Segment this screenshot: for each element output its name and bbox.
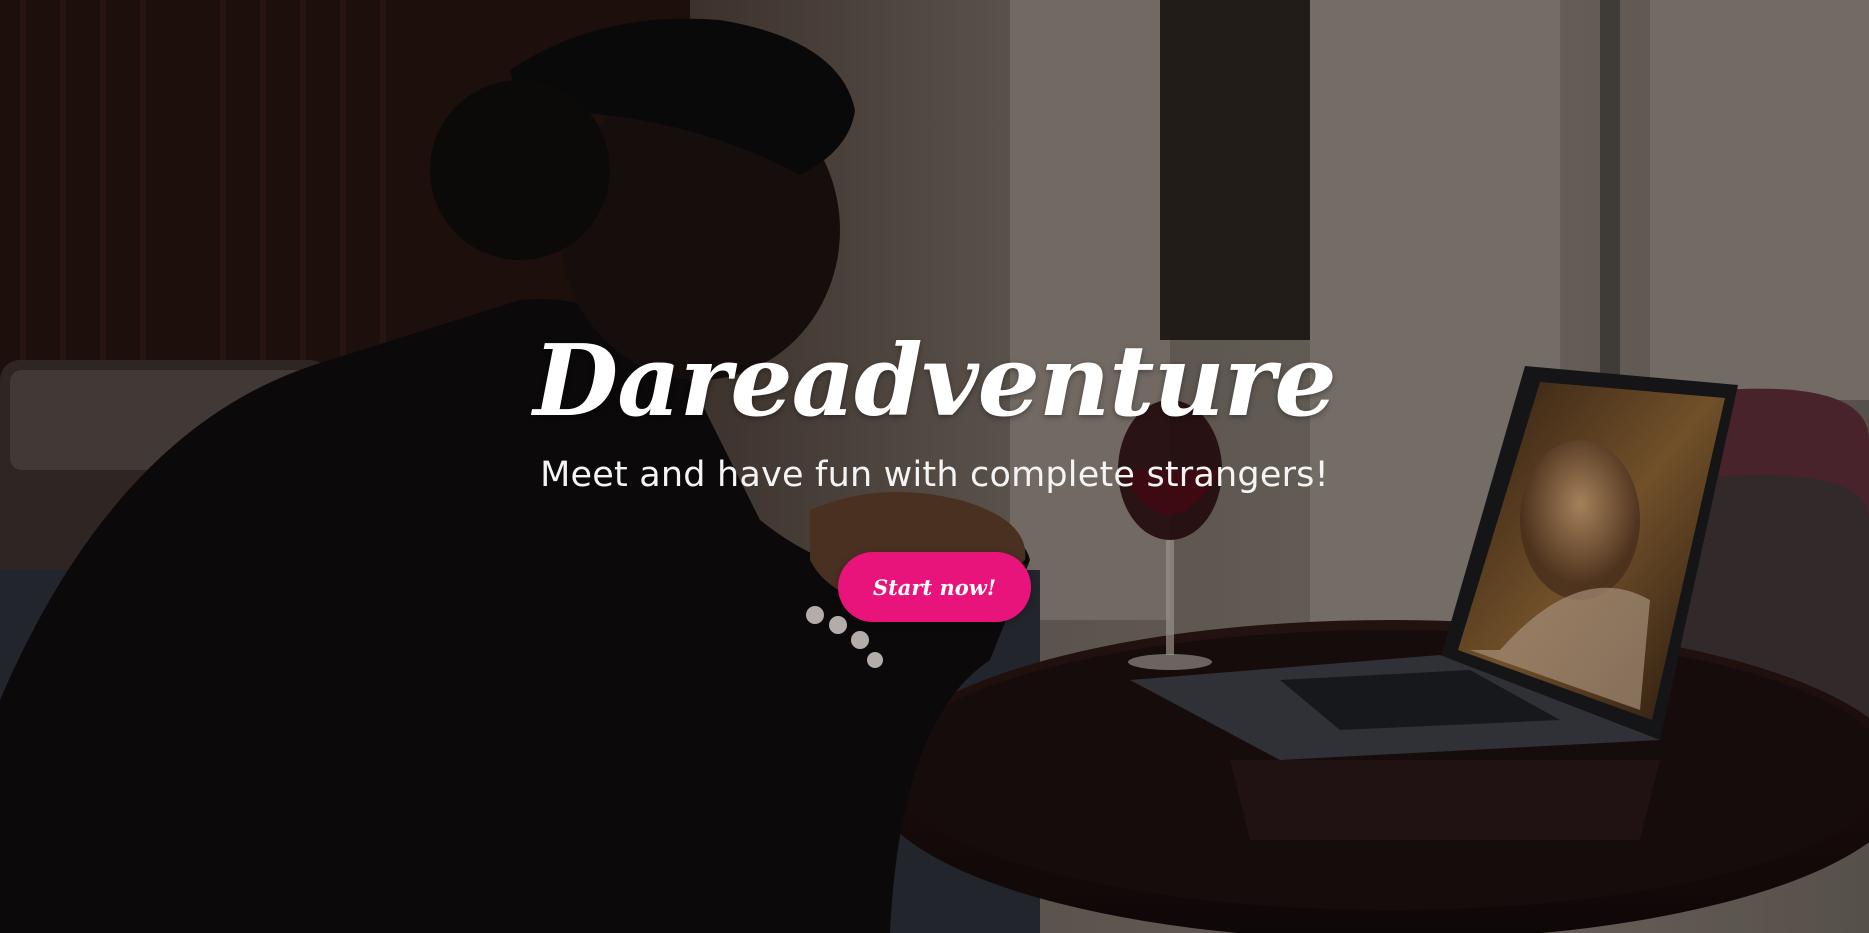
hero-section: Dareadventure Meet and have fun with com… xyxy=(0,0,1869,933)
hero-subtitle: Meet and have fun with complete stranger… xyxy=(540,455,1329,495)
site-title: Dareadventure xyxy=(533,324,1337,439)
hero-content: Dareadventure Meet and have fun with com… xyxy=(0,0,1869,933)
start-now-button[interactable]: Start now! xyxy=(838,552,1031,622)
